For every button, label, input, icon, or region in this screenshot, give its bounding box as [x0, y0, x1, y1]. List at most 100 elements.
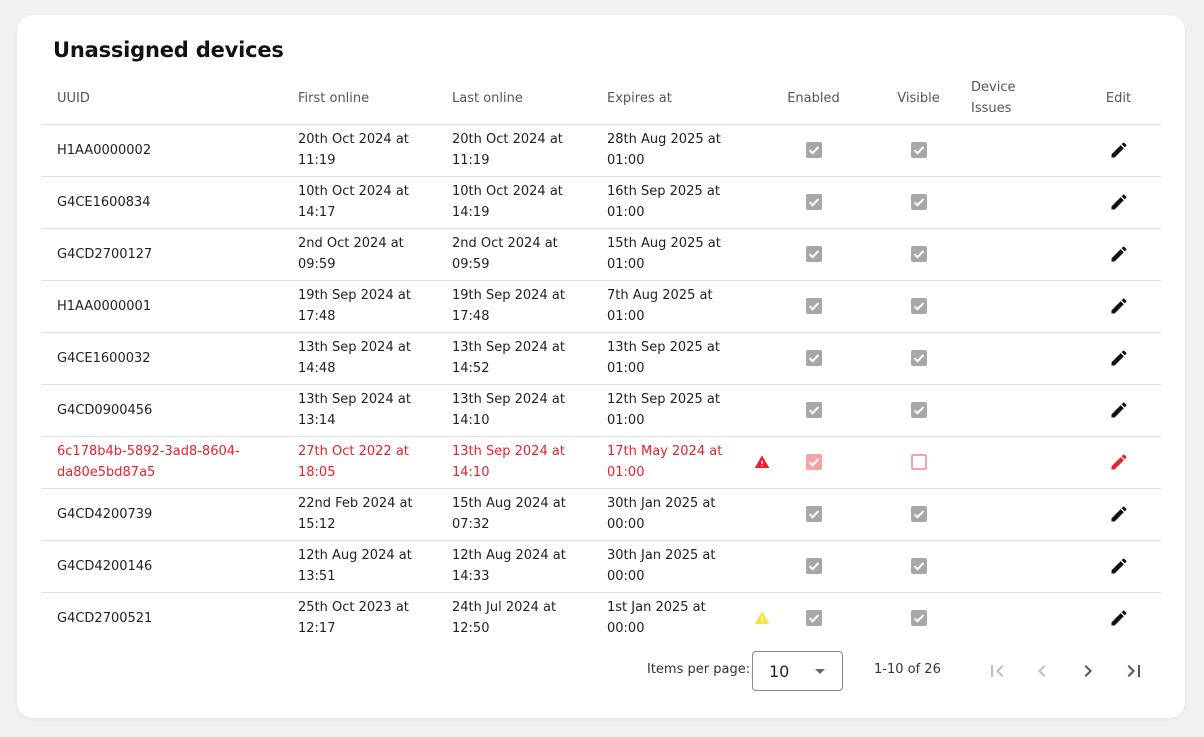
- edit-cell: [1076, 280, 1161, 333]
- table-row[interactable]: G4CE1600032 13th Sep 2024 at 14:48 13th S…: [41, 332, 1161, 385]
- pencil-icon[interactable]: [1109, 192, 1129, 212]
- pencil-icon[interactable]: [1109, 140, 1129, 160]
- column-header-device-issues[interactable]: Device Issues: [971, 73, 1076, 125]
- uuid-text-line2: da80e5bd87a5: [57, 465, 156, 480]
- page-title: Unassigned devices: [53, 38, 284, 62]
- column-header-last-online[interactable]: Last online: [452, 73, 607, 125]
- visible-cell: [866, 124, 971, 177]
- first-online-time: 11:19: [298, 153, 336, 168]
- enabled-checkbox[interactable]: [805, 142, 822, 158]
- first-online-time: 14:48: [298, 361, 336, 376]
- first-page-icon[interactable]: [985, 659, 1009, 683]
- enabled-cell: [761, 332, 866, 385]
- visible-checkbox[interactable]: [910, 350, 927, 366]
- first-online-date: 10th Oct 2024 at: [298, 184, 409, 199]
- table-row[interactable]: G4CE1600834 10th Oct 2024 at 14:17 10th O…: [41, 176, 1161, 229]
- visible-checkbox[interactable]: [910, 194, 927, 210]
- visible-checkbox[interactable]: [910, 298, 927, 314]
- expires-at-wrap: 30th Jan 2025 at 00:00: [607, 493, 753, 535]
- column-header-device-issues-line1: Device: [971, 80, 1016, 96]
- uuid-text-line1: H1AA0000002: [57, 142, 152, 158]
- first-online-cell: 10th Oct 2024 at 14:17: [298, 176, 452, 229]
- items-per-page-select[interactable]: 10: [752, 651, 843, 691]
- visible-cell: [866, 228, 971, 281]
- first-online-cell: 13th Sep 2024 at 13:14: [298, 384, 452, 437]
- enabled-cell: [761, 592, 866, 644]
- visible-checkbox[interactable]: [910, 142, 927, 158]
- enabled-checkbox[interactable]: [805, 298, 822, 314]
- pencil-icon[interactable]: [1109, 504, 1129, 524]
- column-header-visible[interactable]: Visible: [866, 73, 971, 125]
- visible-checkbox[interactable]: [910, 454, 927, 470]
- last-online-time: 14:19: [452, 205, 490, 220]
- visible-cell: [866, 332, 971, 385]
- enabled-checkbox[interactable]: [805, 194, 822, 210]
- uuid-cell: 6c178b4b-5892-3ad8-8604- da80e5bd87a5: [41, 436, 298, 489]
- table-row[interactable]: G4CD4200739 22nd Feb 2024 at 15:12 15th A…: [41, 488, 1161, 541]
- last-online-cell: 19th Sep 2024 at 17:48: [452, 280, 607, 333]
- expires-at-wrap: 12th Sep 2025 at 01:00: [607, 389, 753, 431]
- column-header-enabled[interactable]: Enabled: [761, 73, 866, 125]
- pencil-icon[interactable]: [1109, 608, 1129, 628]
- expires-at-time: 00:00: [607, 621, 645, 637]
- enabled-checkbox[interactable]: [805, 454, 822, 470]
- last-online-cell: 20th Oct 2024 at 11:19: [452, 124, 607, 177]
- enabled-checkbox[interactable]: [805, 402, 822, 418]
- dropdown-arrow-icon: [815, 669, 825, 674]
- pencil-icon[interactable]: [1109, 556, 1129, 576]
- table-row[interactable]: G4CD2700521 25th Oct 2023 at 12:17 24th J…: [41, 592, 1161, 644]
- chevron-left-icon[interactable]: [1030, 659, 1054, 683]
- enabled-checkbox[interactable]: [805, 350, 822, 366]
- first-online-cell: 25th Oct 2023 at 12:17: [298, 592, 452, 644]
- table-row[interactable]: G4CD2700127 2nd Oct 2024 at 09:59 2nd Oct…: [41, 228, 1161, 281]
- expires-at-time: 01:00: [607, 153, 645, 168]
- first-online-cell: 2nd Oct 2024 at 09:59: [298, 228, 452, 281]
- visible-checkbox[interactable]: [910, 246, 927, 262]
- uuid-text-line1: G4CD2700521: [57, 610, 153, 626]
- enabled-checkbox[interactable]: [805, 558, 822, 574]
- pencil-icon[interactable]: [1109, 244, 1129, 264]
- table-row[interactable]: 6c178b4b-5892-3ad8-8604- da80e5bd87a5 27t…: [41, 436, 1161, 489]
- expires-at-date: 1st Jan 2025 at: [607, 600, 706, 616]
- visible-checkbox[interactable]: [910, 558, 927, 574]
- items-per-page-label: Items per page:: [647, 662, 751, 677]
- table-row[interactable]: H1AA0000001 19th Sep 2024 at 17:48 19th S…: [41, 280, 1161, 333]
- enabled-checkbox[interactable]: [805, 246, 822, 262]
- enabled-checkbox[interactable]: [805, 610, 822, 627]
- table-row[interactable]: H1AA0000002 20th Oct 2024 at 11:19 20th O…: [41, 124, 1161, 177]
- device-issues-cell: [971, 124, 1076, 177]
- expires-at-cell: 16th Sep 2025 at 01:00: [607, 176, 761, 229]
- visible-checkbox[interactable]: [910, 610, 927, 627]
- pencil-icon[interactable]: [1109, 296, 1129, 316]
- enabled-checkbox[interactable]: [805, 506, 822, 522]
- device-issues-cell: [971, 176, 1076, 229]
- paginator: Items per page: 10 1-10 of 26: [17, 651, 1185, 691]
- expires-at-wrap: 7th Aug 2025 at 01:00: [607, 285, 753, 327]
- uuid-text-line1: H1AA0000001: [57, 298, 152, 314]
- column-header-uuid[interactable]: UUID: [41, 73, 298, 125]
- last-page-icon[interactable]: [1122, 659, 1146, 683]
- table-row[interactable]: G4CD0900456 13th Sep 2024 at 13:14 13th S…: [41, 384, 1161, 437]
- device-issues-cell: [971, 436, 1076, 489]
- expires-at-time: 00:00: [607, 569, 645, 584]
- last-online-cell: 2nd Oct 2024 at 09:59: [452, 228, 607, 281]
- column-header-expires-at[interactable]: Expires at: [607, 73, 761, 125]
- expires-at-cell: 15th Aug 2025 at 01:00: [607, 228, 761, 281]
- chevron-right-icon[interactable]: [1076, 659, 1100, 683]
- pencil-icon[interactable]: [1109, 348, 1129, 368]
- uuid-text-line1: G4CD4200739: [57, 506, 153, 522]
- first-online-time: 15:12: [298, 517, 336, 532]
- visible-checkbox[interactable]: [910, 506, 927, 522]
- uuid-text-line1: G4CD2700127: [57, 246, 153, 262]
- table-row[interactable]: G4CD4200146 12th Aug 2024 at 13:51 12th A…: [41, 540, 1161, 593]
- first-online-date: 13th Sep 2024 at: [298, 392, 411, 407]
- visible-checkbox[interactable]: [910, 402, 927, 418]
- edit-cell: [1076, 332, 1161, 385]
- expires-at-date: 16th Sep 2025 at: [607, 184, 720, 199]
- visible-cell: [866, 488, 971, 541]
- column-header-first-online[interactable]: First online: [298, 73, 452, 125]
- expires-at-time: 01:00: [607, 361, 645, 376]
- last-online-time: 11:19: [452, 153, 490, 168]
- pencil-icon[interactable]: [1109, 400, 1129, 420]
- pencil-icon[interactable]: [1109, 452, 1129, 472]
